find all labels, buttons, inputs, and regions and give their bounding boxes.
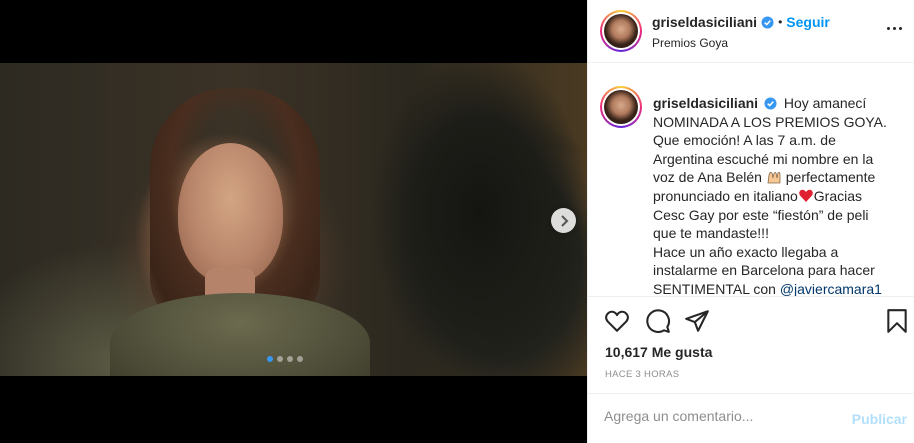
caption-line: SENTIMENTAL con (653, 280, 776, 297)
caption-line: Gracias (813, 187, 863, 204)
username-link[interactable]: griseldasiciliani (652, 14, 757, 30)
share-button[interactable] (684, 308, 710, 334)
caption-username-link[interactable]: griseldasiciliani (653, 95, 758, 111)
post-photo[interactable] (0, 63, 587, 376)
publish-button[interactable]: Publicar (852, 411, 907, 427)
caption-line: Que emoción! A las 7 a.m. de (653, 132, 836, 149)
verified-badge-icon (761, 15, 774, 29)
like-button[interactable] (604, 308, 630, 334)
caption-line: voz de Ana Belén (653, 169, 762, 186)
like-count[interactable]: 10,617 Me gusta (605, 344, 712, 360)
separator-dot: • (778, 15, 783, 29)
caption-line: Hoy amanecí (783, 95, 867, 111)
red-heart-emoji (798, 189, 813, 202)
caption-line: pronunciado en italiano (653, 187, 798, 204)
carousel-dot (287, 356, 293, 362)
bookmark-icon (887, 309, 907, 333)
comment-bar: Publicar (588, 393, 914, 443)
save-button[interactable] (884, 308, 910, 334)
caption-line: perfectamente (785, 169, 876, 186)
carousel-next-button[interactable] (551, 208, 576, 233)
comment-button[interactable] (645, 308, 671, 334)
photo-subject-face (178, 143, 283, 283)
post-sidebar: griseldasiciliani • Seguir Premios Goya … (587, 0, 914, 443)
post-header: griseldasiciliani • Seguir Premios Goya (588, 0, 914, 63)
comment-input[interactable] (604, 408, 834, 424)
caption-line: que te mandaste!!! (653, 225, 769, 242)
header-user-line: griseldasiciliani • Seguir (652, 14, 830, 30)
carousel-dot (267, 356, 273, 362)
action-bar (588, 298, 914, 342)
chevron-right-icon (560, 214, 568, 227)
verified-badge-icon (764, 97, 777, 110)
raising-hands-emoji (767, 172, 781, 184)
caption-line: Argentina escuché mi nombre en la (653, 150, 874, 167)
caption-line: instalarme en Barcelona para hacer (653, 262, 875, 279)
caption-line: Hace un año exacto llegaba a (653, 243, 839, 260)
location-link[interactable]: Premios Goya (652, 36, 728, 50)
carousel-dot (297, 356, 303, 362)
post-timestamp[interactable]: HACE 3 HORAS (605, 369, 679, 380)
photo-foreground-head (330, 63, 587, 376)
heart-icon (605, 310, 629, 332)
carousel-indicator (267, 356, 303, 362)
caption-text: griseldasiciliani Hoy amanecí NOMINADA A… (653, 94, 903, 297)
avatar[interactable] (600, 10, 642, 52)
paper-plane-icon (685, 310, 709, 332)
post-media (0, 0, 587, 443)
caption-avatar[interactable] (600, 86, 642, 128)
mention-link[interactable]: @javiercamara1 (780, 281, 882, 296)
caption-section: griseldasiciliani Hoy amanecí NOMINADA A… (588, 64, 914, 297)
caption-line: NOMINADA A LOS PREMIOS GOYA. (653, 113, 887, 130)
follow-button[interactable]: Seguir (786, 14, 830, 30)
more-options-icon[interactable] (887, 27, 902, 30)
carousel-dot (277, 356, 283, 362)
caption-line: Cesc Gay por este “fiestón” de peli (653, 206, 869, 223)
comment-icon (646, 309, 670, 333)
